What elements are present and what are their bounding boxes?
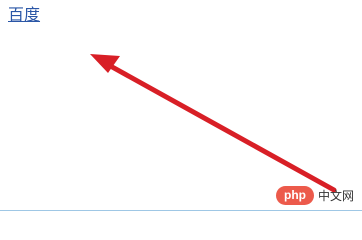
bottom-divider: [0, 210, 362, 211]
php-watermark: php 中文网: [275, 186, 354, 205]
php-suffix: 中文网: [317, 189, 354, 203]
baidu-link[interactable]: 百度: [8, 4, 40, 26]
php-badge: php: [275, 186, 314, 205]
